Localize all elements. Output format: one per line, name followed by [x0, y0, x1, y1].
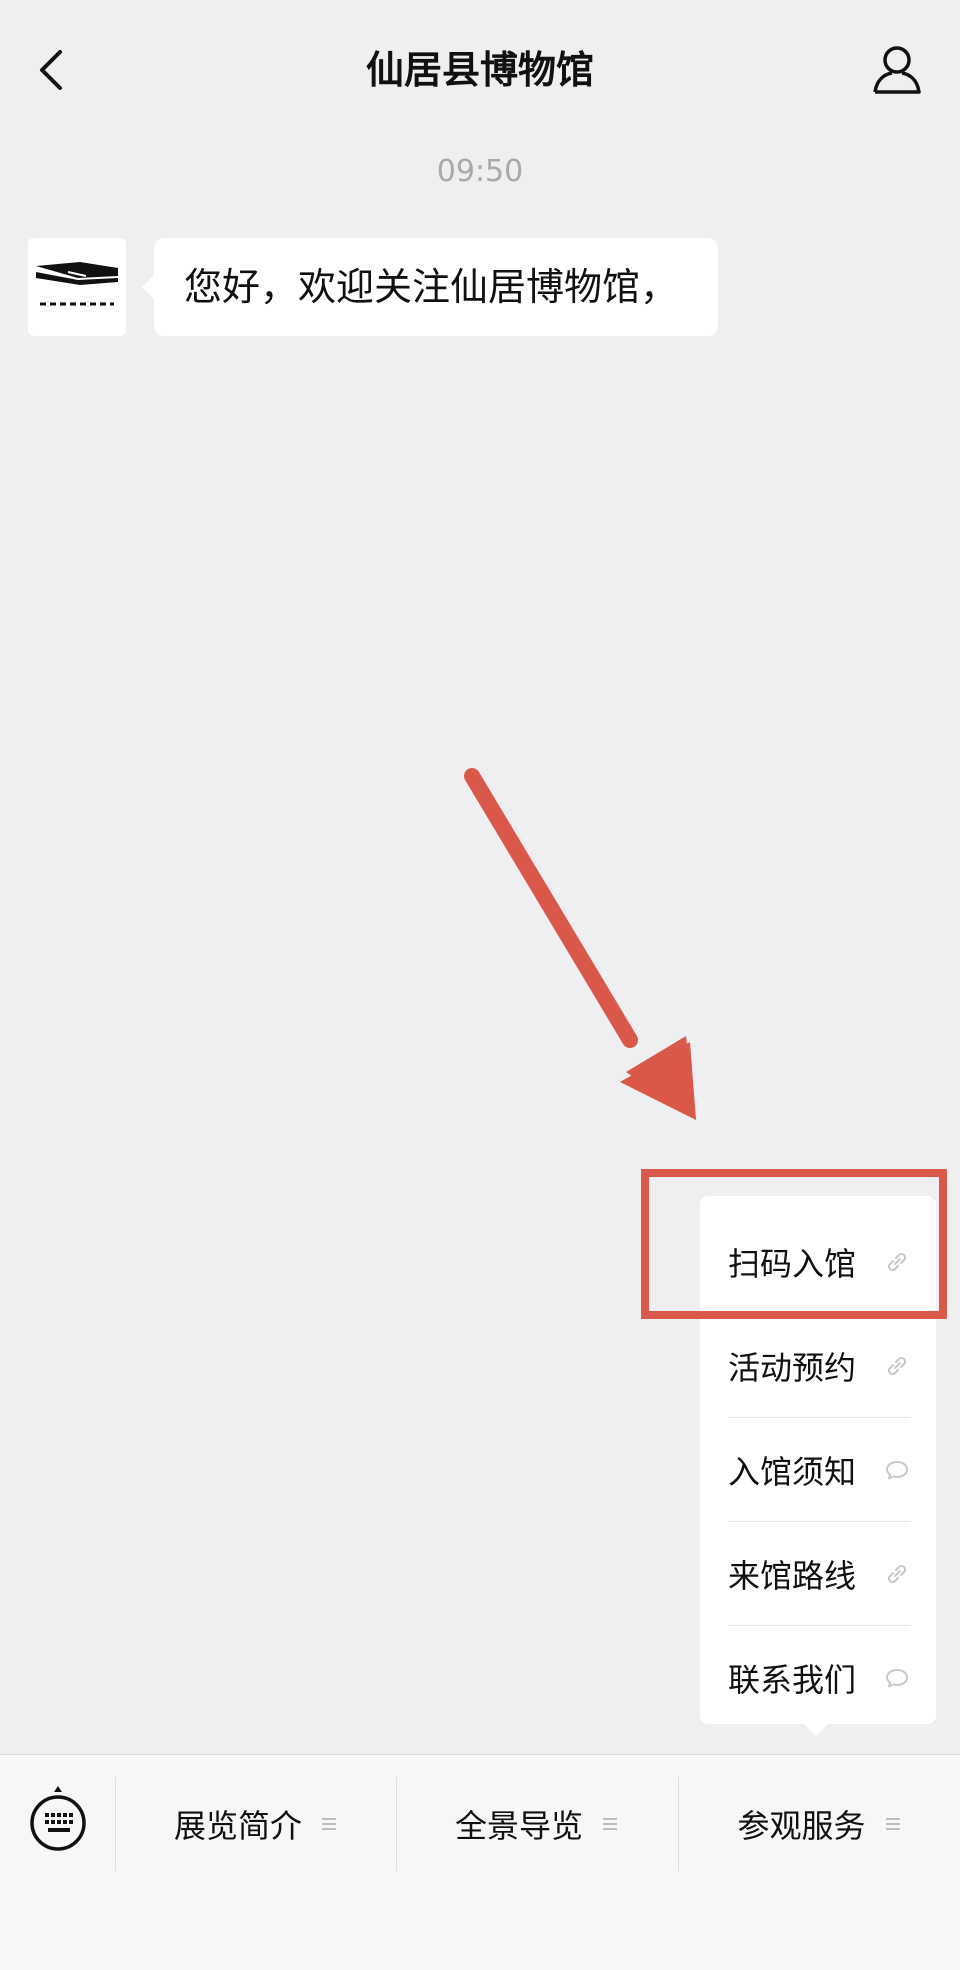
menu-item-visitor-notice[interactable]: 入馆须知: [728, 1418, 910, 1522]
annotation-highlight-box: [641, 1169, 947, 1319]
keyboard-icon: [30, 1786, 86, 1851]
page-title: 仙居县博物馆: [365, 48, 594, 92]
chat-header: 仙居县博物馆: [0, 0, 960, 140]
bottom-menu-exhibition-intro[interactable]: 展览简介: [116, 1777, 396, 1871]
menu-item-label: 来馆路线: [728, 1556, 857, 1595]
annotation-arrow: [464, 768, 696, 1120]
menu-item-label: 活动预约: [728, 1348, 857, 1387]
menu-item-directions[interactable]: 来馆路线: [728, 1522, 910, 1626]
message-timestamp: 09:50: [436, 154, 524, 189]
menu-item-label: 联系我们: [728, 1661, 857, 1699]
keyboard-toggle-button[interactable]: [28, 1783, 88, 1853]
chat-bubble-icon: [886, 1669, 908, 1688]
bottom-menu-label: 展览简介: [173, 1807, 302, 1845]
menu-lines-icon: [885, 1818, 900, 1830]
bottom-menu-bar: 展览简介 全景导览 参观服务: [0, 1754, 960, 1970]
menu-item-label: 入馆须知: [728, 1452, 857, 1491]
menu-lines-icon: [603, 1818, 617, 1830]
chat-bubble-icon: [886, 1460, 908, 1479]
avatar[interactable]: [28, 238, 126, 336]
bottom-menu-label: 参观服务: [737, 1807, 866, 1845]
menu-item-contact-us[interactable]: 联系我们: [728, 1626, 910, 1730]
museum-logo-icon: [36, 262, 118, 306]
profile-button[interactable]: [870, 42, 924, 96]
bottom-menu-visitor-services[interactable]: 参观服务: [679, 1777, 960, 1871]
menu-item-event-booking[interactable]: 活动预约: [728, 1314, 910, 1418]
menu-lines-icon: [322, 1818, 336, 1830]
bottom-menu-panorama-tour[interactable]: 全景导览: [397, 1777, 677, 1871]
message-bubble: 您好，欢迎关注仙居博物馆，: [142, 238, 718, 336]
bottom-menu-label: 全景导览: [454, 1807, 583, 1845]
link-icon: [887, 1356, 907, 1375]
person-icon: [873, 46, 921, 94]
link-icon: [887, 1564, 907, 1583]
